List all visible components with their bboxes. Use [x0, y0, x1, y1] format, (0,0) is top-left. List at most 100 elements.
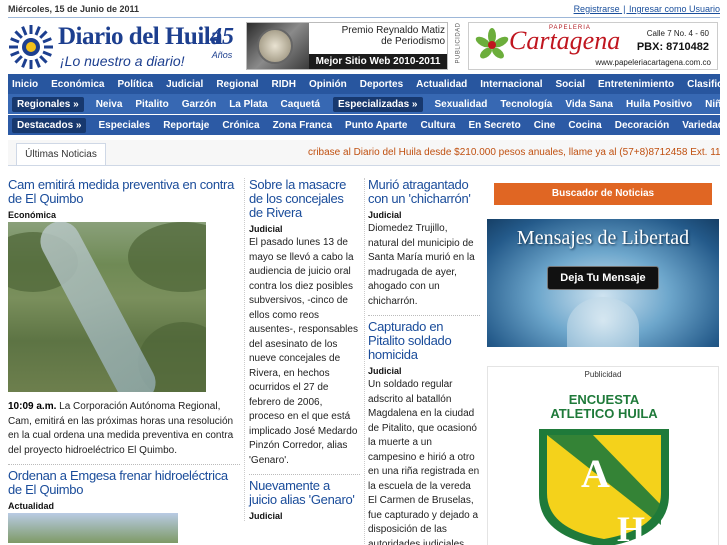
news-column-1: Cam emitirá medida preventiva en contra … — [8, 178, 240, 543]
nav-cine[interactable]: Cine — [534, 120, 556, 131]
leaf-logo-icon — [475, 28, 509, 59]
nav-clasificados[interactable]: Clasificados — [687, 79, 727, 90]
nav-internacional[interactable]: Internacional — [480, 79, 542, 90]
article-divider — [368, 315, 480, 316]
award-banner[interactable]: Premio Reynaldo Matiz de Periodismo Mejo… — [246, 22, 448, 70]
article-text: El pasado lunes 13 de mayo se llevó a ca… — [249, 237, 358, 466]
top-bar: Miércoles, 15 de Junio de 2011 Registrar… — [8, 4, 720, 16]
news-ticker: Últimas Noticias cribase al Diario del H… — [8, 140, 720, 166]
nav-destacados-menu[interactable]: Destacados » — [12, 117, 87, 133]
cartagena-pbx: PBX: 8710482 — [636, 41, 709, 53]
article-headline[interactable]: Ordenan a Emgesa frenar hidroeléctrica d… — [8, 469, 240, 497]
nav-cronica[interactable]: Crónica — [222, 120, 259, 131]
medal-icon — [247, 23, 309, 69]
login-link[interactable]: Ingresar como Usuario — [629, 4, 720, 14]
nav-economica[interactable]: Económica — [51, 79, 104, 90]
nav-decoracion[interactable]: Decoración — [615, 120, 669, 131]
site-logo[interactable]: Diario del Huila ¡Lo nuestro a diario! 4… — [8, 22, 240, 72]
sun-logo-icon — [9, 25, 53, 69]
shield-letter-h: H — [617, 509, 645, 545]
user-links: Registrarse | Ingresar como Usuario — [574, 4, 720, 14]
news-column-3: Murió atragantado con un 'chicharrón' Ju… — [364, 178, 480, 545]
nav-la-plata[interactable]: La Plata — [229, 99, 267, 110]
team-shield-icon: A H — [539, 429, 669, 545]
article-photo[interactable] — [8, 513, 178, 543]
nav-garzon[interactable]: Garzón — [182, 99, 216, 110]
mensajes-libertad-banner[interactable]: Mensajes de Libertad Deja Tu Mensaje — [487, 219, 719, 347]
article-text: Un soldado regular adscrito al batallón … — [368, 379, 480, 545]
nav-cocina[interactable]: Cocina — [568, 120, 601, 131]
nav-especiales[interactable]: Especiales — [98, 120, 150, 131]
award-text: Premio Reynaldo Matiz de Periodismo — [313, 25, 445, 47]
anniversary-number: 45 — [210, 24, 234, 50]
poll-line1: ENCUESTA — [568, 392, 640, 407]
news-search-button[interactable]: Buscador de Noticias — [494, 183, 712, 205]
nav-variedades[interactable]: Variedades — [682, 120, 727, 131]
nav-deportes[interactable]: Deportes — [360, 79, 403, 90]
article-section: Judicial — [368, 366, 402, 376]
nav-en-secreto[interactable]: En Secreto — [468, 120, 520, 131]
cartagena-address: Calle 7 No. 4 - 60 — [646, 29, 709, 38]
award-line2: de Periodismo — [381, 36, 445, 47]
nav-actualidad[interactable]: Actualidad — [416, 79, 467, 90]
nav-judicial[interactable]: Judicial — [166, 79, 203, 90]
tab-ultimas-noticias[interactable]: Últimas Noticias — [16, 143, 106, 165]
vertical-publicity-label: PUBLICIDAD — [455, 22, 462, 64]
article-divider — [8, 464, 240, 465]
nav-reportaje[interactable]: Reportaje — [163, 120, 209, 131]
nav-zona-franca[interactable]: Zona Franca — [273, 120, 332, 131]
nav-entretenimiento[interactable]: Entretenimiento — [598, 79, 674, 90]
nav-ninos[interactable]: Niños — [705, 99, 727, 110]
article-headline[interactable]: Sobre la masacre de los concejales de Ri… — [249, 178, 360, 220]
article-divider — [249, 474, 360, 475]
nav-politica[interactable]: Política — [117, 79, 153, 90]
register-link[interactable]: Registrarse — [574, 4, 620, 14]
award-line1: Premio Reynaldo Matiz — [341, 25, 445, 36]
atletico-huila-poll-ad[interactable]: ENCUESTA ATLETICO HUILA A H — [487, 366, 719, 545]
current-date: Miércoles, 15 de Junio de 2011 — [8, 4, 140, 14]
nav-punto-aparte[interactable]: Punto Aparte — [345, 120, 407, 131]
publicity-label: Publicidad — [584, 370, 622, 379]
nav-pitalito[interactable]: Pitalito — [135, 99, 168, 110]
article-section: Judicial — [368, 210, 402, 220]
logo-name: Diario del Huila — [58, 23, 223, 50]
anniversary-label: Años — [211, 50, 233, 60]
river-photo[interactable] — [8, 222, 206, 392]
nav-neiva[interactable]: Neiva — [96, 99, 123, 110]
article-section: Económica — [8, 210, 57, 220]
papeleria-cartagena-ad[interactable]: Cartagena PAPELERIA Calle 7 No. 4 - 60 P… — [468, 22, 718, 70]
nav-sexualidad[interactable]: Sexualidad — [435, 99, 488, 110]
poll-heading: ENCUESTA ATLETICO HUILA — [529, 393, 679, 421]
article-section: Judicial — [249, 224, 283, 234]
nav-social[interactable]: Social — [556, 79, 585, 90]
link-separator: | — [623, 4, 626, 14]
cartagena-web: www.papeleriacartagena.com.co — [595, 58, 711, 67]
article-time: 10:09 a.m. — [8, 401, 57, 412]
article-headline[interactable]: Capturado en Pitalito soldado homicida — [368, 320, 480, 362]
award-banner-text: Mejor Sitio Web 2010-2011 — [309, 54, 447, 69]
nav-especializadas-menu[interactable]: Especializadas » — [333, 96, 423, 112]
nav-opinion[interactable]: Opinión — [309, 79, 347, 90]
nav-cultura[interactable]: Cultura — [420, 120, 455, 131]
featured-nav: Destacados » Especiales Reportaje Crónic… — [8, 115, 727, 135]
article-headline[interactable]: Nuevamente a juicio alias 'Genaro' — [249, 479, 360, 507]
nav-regionales-menu[interactable]: Regionales » — [12, 96, 84, 112]
nav-tecnologia[interactable]: Tecnología — [500, 99, 552, 110]
article-headline[interactable]: Murió atragantado con un 'chicharrón' — [368, 178, 480, 206]
nav-vida-sana[interactable]: Vida Sana — [565, 99, 613, 110]
libertad-title: Mensajes de Libertad — [516, 227, 690, 249]
main-nav: Inicio Económica Política Judicial Regio… — [8, 74, 727, 94]
ticker-message[interactable]: cribase al Diario del Huila desde $210.0… — [308, 147, 720, 158]
leave-message-button[interactable]: Deja Tu Mensaje — [547, 266, 659, 290]
article-headline[interactable]: Cam emitirá medida preventiva en contra … — [8, 178, 240, 206]
news-column-2: Sobre la masacre de los concejales de Ri… — [244, 178, 360, 521]
article-text: Diomedez Trujillo, natural del municipio… — [368, 223, 475, 307]
nav-ridh[interactable]: RIDH — [272, 79, 296, 90]
logo-slogan: ¡Lo nuestro a diario! — [60, 53, 185, 69]
article-section: Judicial — [249, 511, 283, 521]
nav-caqueta[interactable]: Caquetá — [281, 99, 320, 110]
nav-regional[interactable]: Regional — [216, 79, 258, 90]
nav-inicio[interactable]: Inicio — [12, 79, 38, 90]
top-divider — [8, 17, 720, 18]
nav-huila-positivo[interactable]: Huila Positivo — [626, 99, 692, 110]
